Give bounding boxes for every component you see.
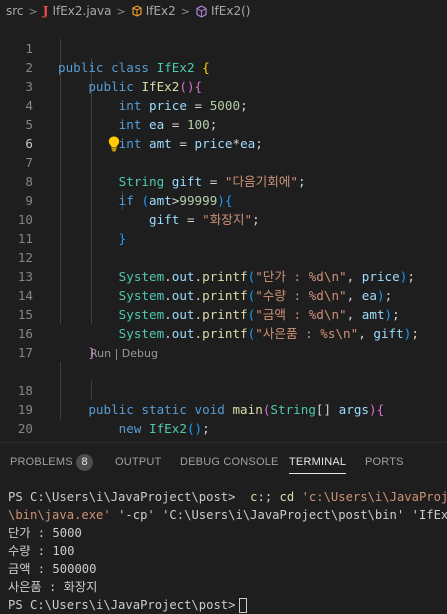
active-tab-indicator	[289, 473, 347, 474]
terminal-argument: '-cp' 'C:\Users\i\JavaProject\post\bin' …	[110, 508, 447, 522]
tab-terminal-label: TERMINAL	[289, 456, 347, 468]
problems-count-badge: 8	[76, 454, 93, 471]
lightbulb-icon[interactable]	[61, 116, 119, 152]
terminal-prompt: PS C:\Users\i\JavaProject\post>	[8, 598, 236, 612]
code-line[interactable]: 5 int amt = price*ea;	[0, 96, 447, 151]
code-line[interactable]: 10 }	[0, 191, 447, 246]
terminal-output-line: 단가 : 5000	[8, 526, 82, 540]
code-line[interactable]: 18 public static void main(String[] args…	[0, 362, 447, 417]
panel-tabs: PROBLEMS 8 OUTPUT DEBUG CONSOLE TERMINAL…	[0, 443, 447, 483]
code-line[interactable]: 9 gift = "화장지";	[0, 172, 447, 227]
terminal-command: c:	[250, 490, 265, 504]
tab-debug-console[interactable]: DEBUG CONSOLE	[180, 456, 279, 468]
terminal-output-line: 사은품 : 화장지	[8, 580, 98, 594]
code-line[interactable]: 11	[0, 210, 447, 246]
code-line[interactable]: 14 System.out.printf("금액 : %d\n", amt);	[0, 267, 447, 322]
class-icon	[131, 5, 143, 17]
code-line[interactable]: 15 System.out.printf("사은품 : %s\n", gift)…	[0, 286, 447, 341]
terminal-cursor[interactable]	[239, 598, 248, 613]
breadcrumb-method[interactable]: IfEx2()	[211, 4, 250, 18]
method-icon	[195, 4, 208, 18]
terminal-argument: \bin\java.exe'	[8, 508, 111, 522]
terminal-line: PS C:\Users\i\JavaProject\post>	[8, 596, 447, 614]
line-number: 17	[17, 345, 33, 360]
java-file-icon: J	[42, 4, 49, 18]
terminal-command: cd	[279, 490, 295, 504]
run-debug-codelens[interactable]: Run | Debug	[90, 344, 158, 363]
code-line[interactable]: 16 }	[0, 305, 447, 360]
code-line[interactable]: 4 int ea = 100;	[0, 77, 447, 132]
terminal-separator: ;	[264, 490, 280, 504]
code-line[interactable]: 8 if (amt>99999){	[0, 153, 447, 208]
tab-ports[interactable]: PORTS	[365, 456, 404, 468]
terminal-prompt: PS C:\Users\i\JavaProject\post>	[8, 490, 236, 504]
breadcrumb-class[interactable]: IfEx2	[146, 4, 176, 18]
code-editor[interactable]: 1 public class IfEx2 { 2 public IfEx2(){…	[0, 20, 447, 474]
terminal-output-line: 금액 : 500000	[8, 562, 97, 576]
chevron-right-icon: >	[180, 4, 191, 18]
breadcrumb: src > J IfEx2.java > IfEx2 > IfEx2()	[0, 0, 447, 22]
terminal-line: \bin\java.exe' '-cp' 'C:\Users\i\JavaPro…	[8, 506, 447, 524]
chevron-right-icon: >	[116, 4, 126, 18]
code-line[interactable]: 2 public IfEx2(){	[0, 39, 447, 94]
terminal[interactable]: PS C:\Users\i\JavaProject\post> c:; cd '…	[8, 488, 447, 614]
code-line[interactable]: 13 System.out.printf("수량 : %d\n", ea);	[0, 248, 447, 303]
terminal-argument: 'c:\Users\i\JavaProject	[301, 490, 447, 504]
code-line[interactable]: 20 }	[0, 400, 447, 455]
code-line[interactable]: 7	[0, 134, 447, 170]
terminal-line: PS C:\Users\i\JavaProject\post> c:; cd '…	[8, 488, 447, 506]
code-line[interactable]: 21 }	[0, 419, 447, 474]
breadcrumb-file[interactable]: IfEx2.java	[52, 4, 111, 18]
code-line[interactable]: 12 System.out.printf("단가 : %d\n", price)…	[0, 229, 447, 284]
chevron-right-icon: >	[28, 4, 38, 18]
code-line-current[interactable]: 6 String gift = "다음기회에";	[0, 115, 447, 189]
code-line[interactable]: 1 public class IfEx2 {	[0, 20, 447, 75]
code-line[interactable]: 19 new IfEx2();	[0, 381, 447, 436]
tab-problems[interactable]: PROBLEMS	[10, 456, 73, 468]
code-line[interactable]: 17	[0, 324, 447, 360]
code-line[interactable]: 3 int price = 5000;	[0, 58, 447, 113]
bottom-panel: PROBLEMS 8 OUTPUT DEBUG CONSOLE TERMINAL…	[0, 442, 447, 613]
terminal-output-line: 수량 : 100	[8, 544, 75, 558]
tab-output[interactable]: OUTPUT	[115, 456, 161, 468]
tab-terminal[interactable]: TERMINAL	[289, 456, 347, 474]
breadcrumb-folder[interactable]: src	[6, 4, 24, 18]
